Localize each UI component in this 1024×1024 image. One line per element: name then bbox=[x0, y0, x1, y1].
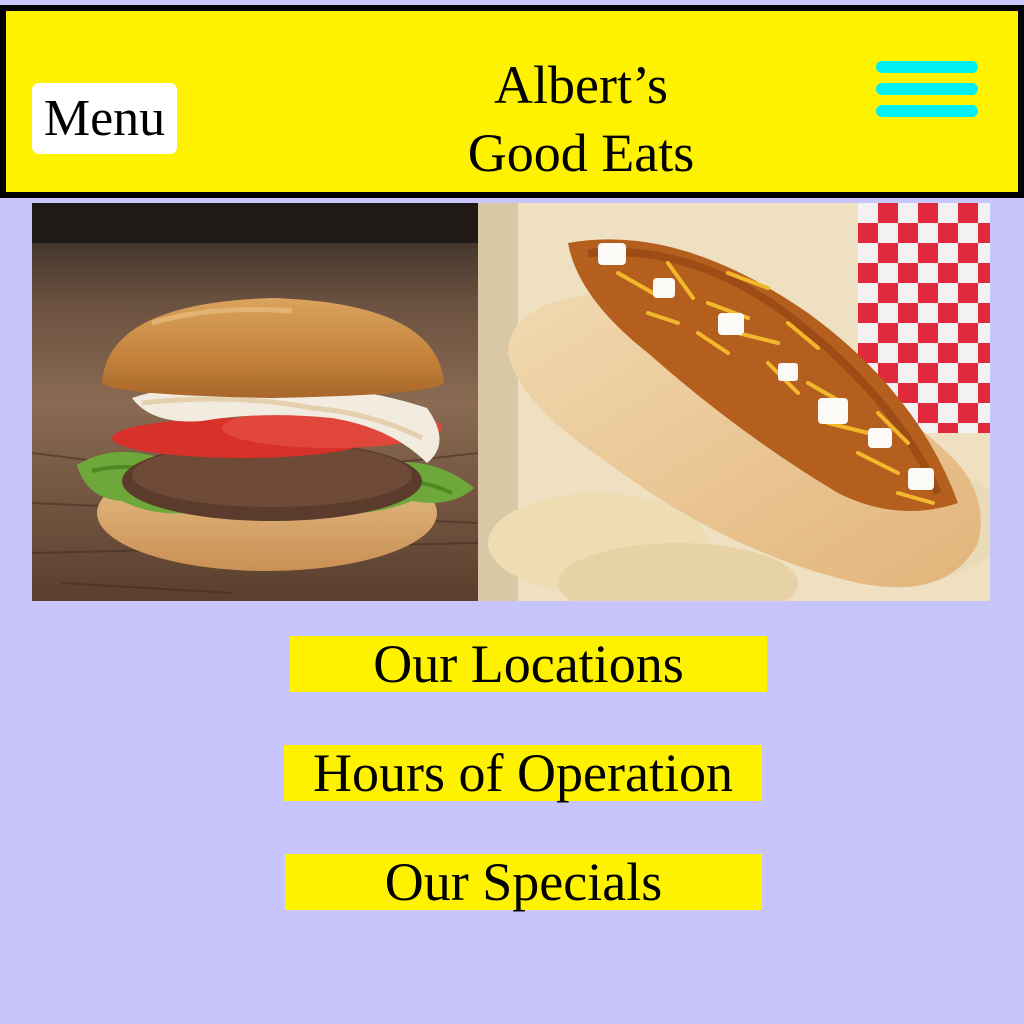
burger-photo bbox=[32, 203, 478, 601]
nav-hours-of-operation[interactable]: Hours of Operation bbox=[284, 745, 762, 801]
menu-button[interactable]: Menu bbox=[32, 83, 177, 154]
hotdog-photo bbox=[478, 203, 990, 601]
hamburger-menu-icon[interactable] bbox=[876, 61, 978, 121]
menu-button-label: Menu bbox=[43, 89, 166, 147]
site-title-line1: Albert’s bbox=[494, 55, 668, 115]
hamburger-bar-middle bbox=[876, 83, 978, 95]
site-title: Albert’s Good Eats bbox=[386, 51, 776, 187]
nav-our-specials[interactable]: Our Specials bbox=[285, 854, 762, 910]
site-header: Menu Albert’s Good Eats bbox=[0, 5, 1024, 198]
nav-our-locations[interactable]: Our Locations bbox=[290, 636, 767, 692]
hamburger-bar-bottom bbox=[876, 105, 978, 117]
site-title-line2: Good Eats bbox=[467, 123, 695, 183]
hamburger-bar-top bbox=[876, 61, 978, 73]
page: Menu Albert’s Good Eats Our Locations Ho… bbox=[0, 0, 1024, 1024]
